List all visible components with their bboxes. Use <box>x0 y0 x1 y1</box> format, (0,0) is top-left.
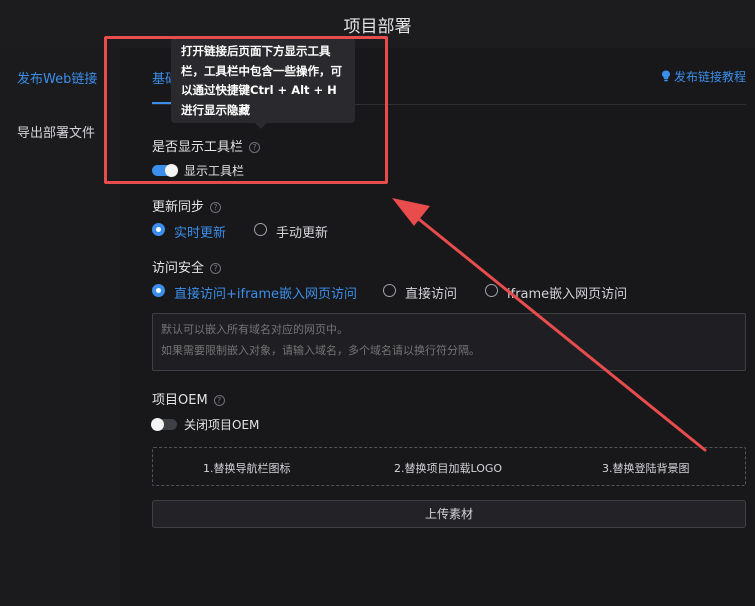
radio-direct-access-label[interactable]: 直接访问 <box>405 283 457 302</box>
oem-item-login-background[interactable]: 3.替换登陆背景图 <box>602 460 690 476</box>
radio-direct-and-iframe-label[interactable]: 直接访问+iframe嵌入网页访问 <box>174 283 357 302</box>
toggle-knob <box>151 418 164 431</box>
sync-section-label: 更新同步? <box>152 196 222 215</box>
oem-replacement-box: 1.替换导航栏图标 2.替换项目加载LOGO 3.替换登陆背景图 <box>152 447 746 486</box>
radio-manual-update-label[interactable]: 手动更新 <box>276 222 328 241</box>
security-section-title: 访问安全 <box>152 261 205 276</box>
oem-item-nav-icon[interactable]: 1.替换导航栏图标 <box>203 460 291 476</box>
radio-direct-access[interactable] <box>383 284 396 297</box>
sidebar: 发布Web链接 导出部署文件 <box>0 48 120 606</box>
project-oem-toggle-label: 关闭项目OEM <box>184 418 260 432</box>
sidebar-item-publish-web-link[interactable]: 发布Web链接 <box>17 68 97 87</box>
radio-iframe-only-label[interactable]: iframe嵌入网页访问 <box>507 283 627 302</box>
sync-section-title: 更新同步 <box>152 200 205 215</box>
oem-item-loading-logo[interactable]: 2.替换项目加载LOGO <box>394 460 502 476</box>
radio-realtime-update[interactable] <box>152 223 165 236</box>
lightbulb-icon <box>661 70 670 82</box>
tutorial-label: 发布链接教程 <box>673 70 746 84</box>
radio-direct-and-iframe[interactable] <box>152 284 165 297</box>
upload-material-button[interactable]: 上传素材 <box>152 500 746 528</box>
oem-section-label: 项目OEM? <box>152 389 225 408</box>
publish-tutorial-link[interactable]: 发布链接教程 <box>661 68 746 85</box>
radio-manual-update[interactable] <box>254 223 267 236</box>
help-icon[interactable]: ? <box>213 395 225 406</box>
help-icon[interactable]: ? <box>210 202 222 213</box>
oem-section-title: 项目OEM <box>152 393 208 408</box>
radio-realtime-update-label[interactable]: 实时更新 <box>174 222 226 241</box>
radio-iframe-only[interactable] <box>485 284 498 297</box>
project-oem-toggle[interactable] <box>151 418 177 431</box>
security-section-label: 访问安全? <box>152 257 222 276</box>
sidebar-item-export-deploy-files[interactable]: 导出部署文件 <box>17 122 95 141</box>
dialog-title: 项目部署 <box>343 17 412 37</box>
annotation-highlight-box <box>104 36 388 184</box>
help-icon[interactable]: ? <box>210 263 222 274</box>
allowed-domains-textarea[interactable] <box>152 313 746 371</box>
